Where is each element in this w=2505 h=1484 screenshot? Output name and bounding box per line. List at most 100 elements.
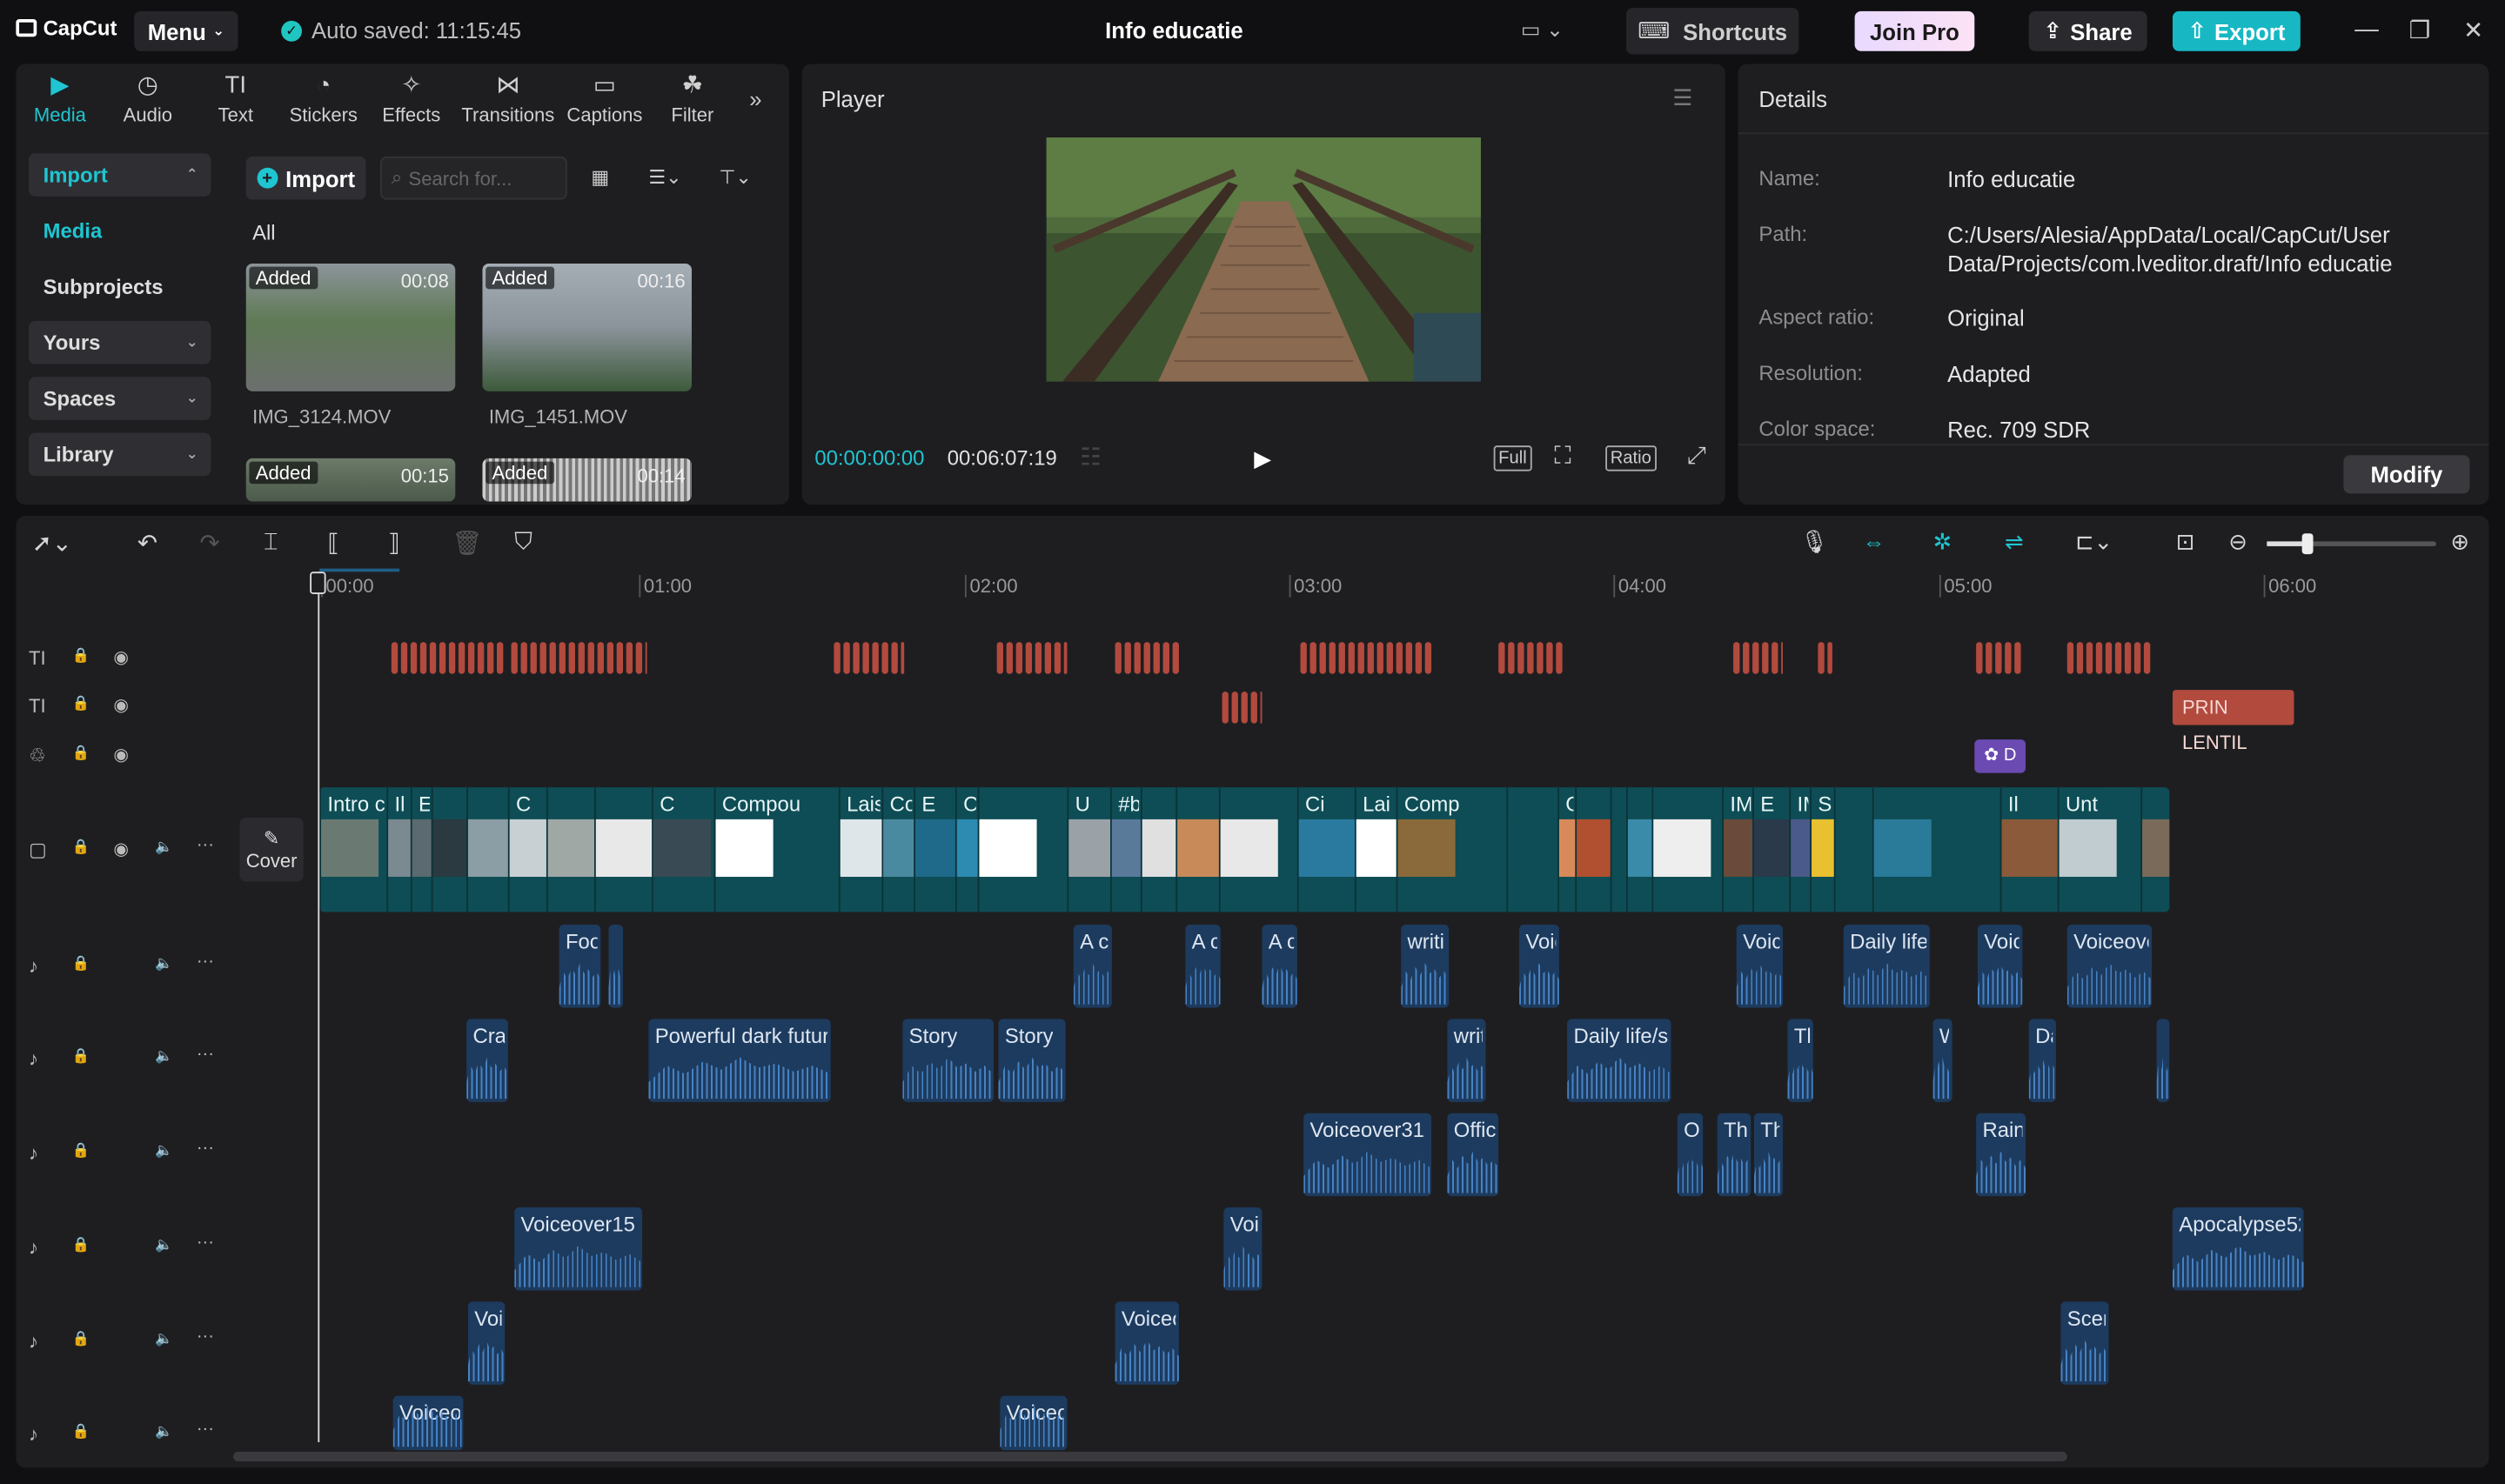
export-button[interactable]: ⇧ Export (2172, 10, 2301, 51)
audio-clip[interactable]: Th (1787, 1019, 1813, 1102)
text-clip[interactable] (1376, 642, 1383, 674)
text-clip[interactable] (881, 642, 888, 674)
audio-clip[interactable]: W (1932, 1019, 1952, 1102)
text-clip[interactable] (834, 642, 841, 674)
video-clip[interactable]: E (1752, 787, 1792, 912)
more-icon[interactable]: ··· (197, 1420, 214, 1439)
text-clip[interactable] (429, 642, 437, 674)
text-clip[interactable] (1044, 642, 1052, 674)
playhead-line[interactable] (318, 572, 320, 1442)
zoom-slider-handle[interactable] (2301, 533, 2314, 555)
audio-clip[interactable]: Voic (1736, 925, 1783, 1008)
text-clip[interactable] (1035, 642, 1042, 674)
audio-clip[interactable]: Voic (1519, 925, 1559, 1008)
redo-icon[interactable]: ↷ (200, 529, 220, 558)
hamburger-icon[interactable]: ☰ (1672, 84, 1692, 111)
import-button[interactable]: + Import (245, 156, 366, 200)
video-clip[interactable]: Comp (1396, 787, 1507, 912)
video-clip[interactable]: #b (1110, 787, 1142, 912)
audio-clip[interactable]: Voiceo (1115, 1301, 1179, 1385)
text-clip[interactable] (1357, 642, 1364, 674)
text-clip[interactable] (1054, 642, 1062, 674)
volume-icon[interactable]: 🔈 (155, 1330, 173, 1347)
share-button[interactable]: ⇪ Share (2028, 10, 2147, 51)
audio-clip[interactable]: The (1717, 1113, 1751, 1197)
audio-clip[interactable]: Voic (1977, 925, 2023, 1008)
video-clip[interactable]: Il (386, 787, 412, 912)
ratio-button[interactable]: Ratio (1605, 445, 1657, 471)
text-clip[interactable] (1995, 642, 2002, 674)
audio-clip[interactable]: A c (1262, 925, 1297, 1008)
text-clip[interactable] (2005, 642, 2012, 674)
video-clip[interactable] (1651, 787, 1722, 912)
volume-icon[interactable]: 🔈 (155, 1423, 173, 1441)
linkage-icon[interactable]: ⇌ (2005, 529, 2024, 556)
text-clip[interactable] (1143, 642, 1150, 674)
tab-audio[interactable]: ◷ Audio (104, 64, 191, 134)
minimize-icon[interactable]: — (2354, 16, 2379, 43)
video-clip[interactable]: Ci (1296, 787, 1356, 912)
audio-clip[interactable]: Story (902, 1019, 994, 1102)
text-clip[interactable] (1517, 642, 1524, 674)
more-icon[interactable]: ··· (197, 952, 214, 971)
split-right-icon[interactable]: ⟧ (388, 529, 400, 558)
zoom-slider[interactable] (2267, 533, 2436, 555)
text-clip[interactable] (1063, 642, 1068, 674)
text-clip[interactable] (1260, 691, 1263, 724)
media-thumbnail[interactable]: Added 00:15 (245, 458, 456, 502)
text-clip[interactable] (1172, 642, 1179, 674)
text-clip[interactable] (1424, 642, 1432, 674)
sort-icon[interactable]: ☰⌄ (648, 166, 681, 189)
text-clip[interactable]: PRIN LENTIL (2172, 690, 2294, 754)
text-clip[interactable] (862, 642, 869, 674)
video-clip[interactable] (1833, 787, 1874, 912)
audio-clip[interactable]: Apocalypse52 (2172, 1207, 2304, 1291)
audio-clip[interactable]: Daily life, (1843, 925, 1930, 1008)
text-clip[interactable] (2133, 642, 2141, 674)
video-clip[interactable] (1140, 787, 1178, 912)
text-clip[interactable] (530, 642, 537, 674)
text-clip[interactable] (1498, 642, 1505, 674)
text-clip[interactable] (511, 642, 518, 674)
text-clip[interactable] (410, 642, 418, 674)
waveform-toggle-icon[interactable]: ☷ (1080, 443, 1102, 471)
playhead-handle[interactable] (310, 572, 326, 594)
text-clip[interactable] (1025, 642, 1033, 674)
text-clip[interactable] (578, 642, 585, 674)
media-thumbnail[interactable]: Added 00:16 (482, 263, 692, 391)
video-clip[interactable]: C (1557, 787, 1577, 912)
text-clip[interactable] (439, 642, 446, 674)
audio-clip[interactable]: Da (2028, 1019, 2056, 1102)
text-clip[interactable] (1527, 642, 1534, 674)
mark-icon[interactable]: ⛉ (514, 529, 532, 556)
text-clip[interactable] (1415, 642, 1423, 674)
video-clip[interactable]: C (507, 787, 548, 912)
lock-icon[interactable]: 🔒 (72, 955, 90, 973)
video-clip[interactable] (546, 787, 596, 912)
text-clip[interactable] (496, 642, 504, 674)
text-clip[interactable] (2066, 642, 2074, 674)
more-tabs-icon[interactable]: » (736, 64, 774, 134)
cover-button[interactable]: ✎ Cover (239, 818, 304, 882)
text-clip[interactable] (606, 642, 614, 674)
text-clip[interactable] (616, 642, 624, 674)
eye-icon[interactable]: ◉ (113, 839, 129, 859)
audio-clip[interactable]: Of (1677, 1113, 1704, 1197)
video-clip[interactable]: Lai (1354, 787, 1398, 912)
text-clip[interactable] (872, 642, 879, 674)
video-clip[interactable]: Il (1999, 787, 2060, 912)
eye-icon[interactable]: ◉ (113, 745, 129, 765)
audio-clip[interactable]: Rain (1976, 1113, 2026, 1197)
video-clip[interactable]: Compou (713, 787, 839, 912)
video-clip[interactable] (1610, 787, 1628, 912)
restore-icon[interactable]: ❐ (2409, 16, 2431, 44)
video-clip[interactable] (977, 787, 1068, 912)
text-clip[interactable] (587, 642, 594, 674)
video-preview[interactable] (1046, 137, 1481, 382)
video-clip[interactable]: Unt (2057, 787, 2140, 912)
video-clip[interactable] (593, 787, 653, 912)
text-clip[interactable] (520, 642, 527, 674)
text-clip[interactable] (1015, 642, 1023, 674)
audio-clip[interactable]: writi (1401, 925, 1450, 1008)
play-icon[interactable]: ▶ (1254, 445, 1271, 472)
